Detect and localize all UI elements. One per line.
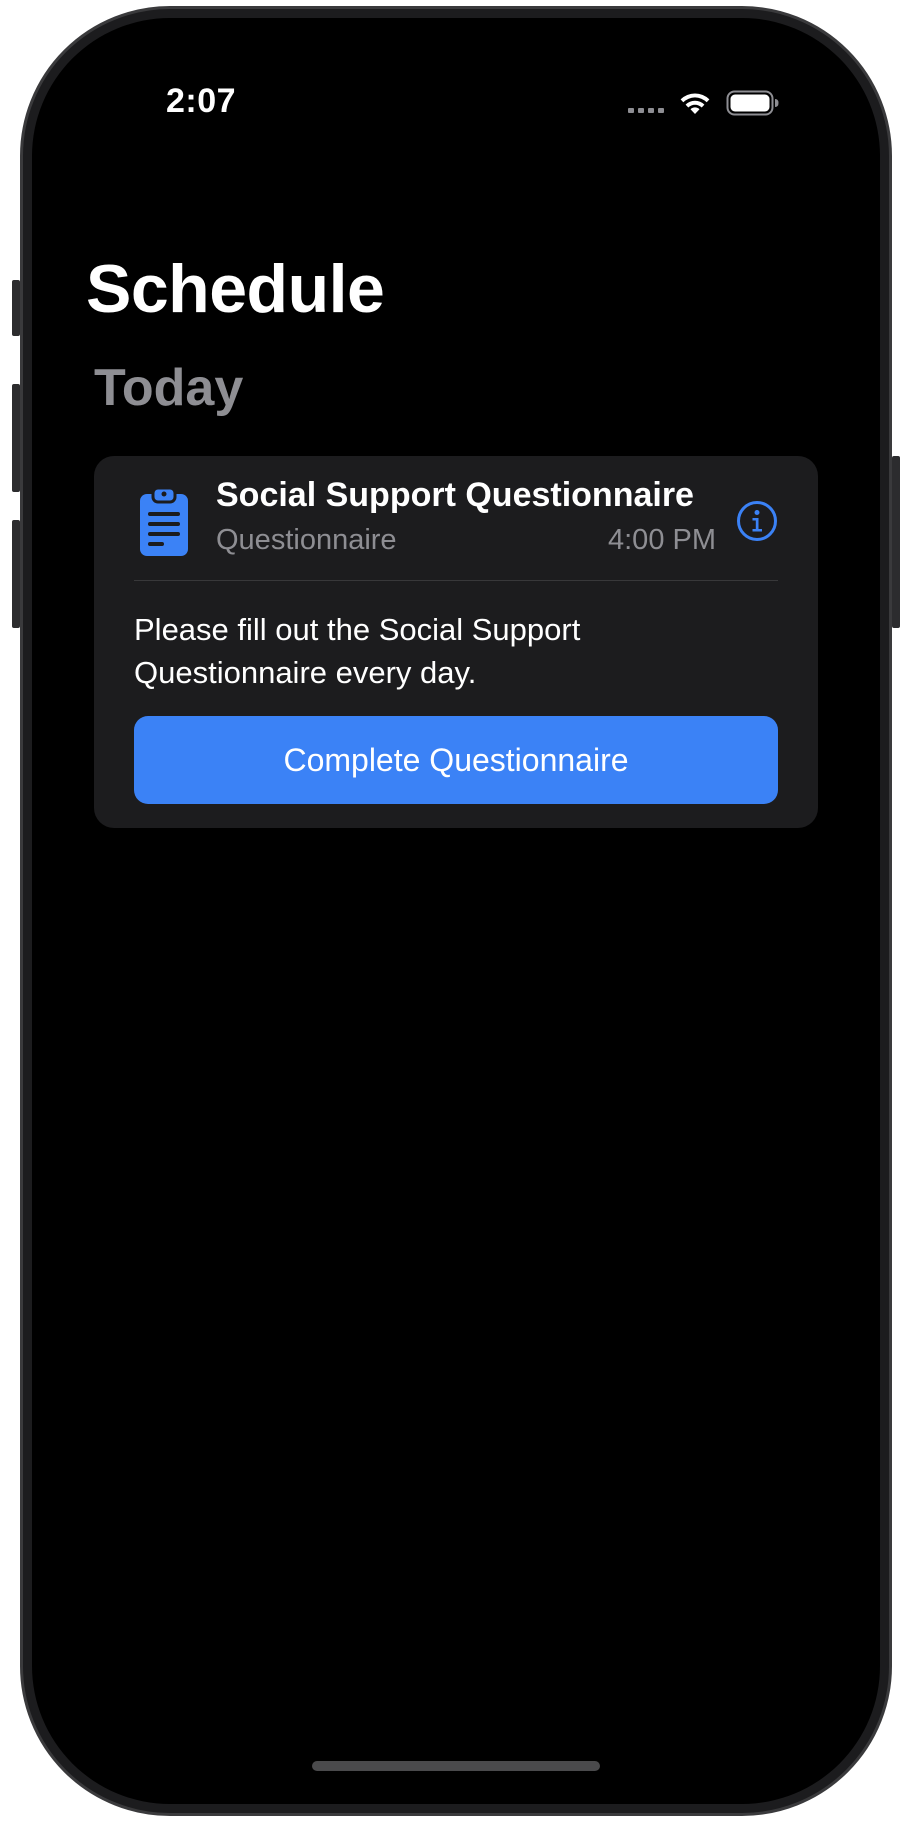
mute-switch [12, 280, 20, 336]
event-description: Please fill out the Social Support Quest… [134, 612, 581, 690]
event-card: Social Support Questionnaire Questionnai… [94, 456, 818, 828]
status-icons [628, 88, 780, 118]
section-header-today: Today [94, 359, 244, 417]
event-time: 4:00 PM [608, 524, 716, 556]
event-type: Questionnaire [216, 524, 397, 556]
clipboard-icon [140, 486, 188, 556]
status-time: 2:07 [166, 82, 237, 120]
status-bar: 2:07 [32, 18, 880, 120]
event-title: Social Support Questionnaire [216, 476, 694, 514]
wifi-icon [680, 93, 710, 114]
volume-up-button [12, 384, 20, 492]
battery-icon [726, 90, 779, 116]
card-divider [134, 580, 778, 581]
cellular-signal-icon [628, 107, 664, 113]
complete-questionnaire-button[interactable]: Complete Questionnaire [134, 716, 778, 804]
power-button [892, 456, 900, 628]
app-screen: 2:07 Schedule Today Social Support Quest… [32, 18, 880, 1804]
home-indicator[interactable] [312, 1761, 600, 1771]
page-title: Schedule [86, 251, 385, 327]
info-icon[interactable] [736, 500, 778, 542]
volume-down-button [12, 520, 20, 628]
